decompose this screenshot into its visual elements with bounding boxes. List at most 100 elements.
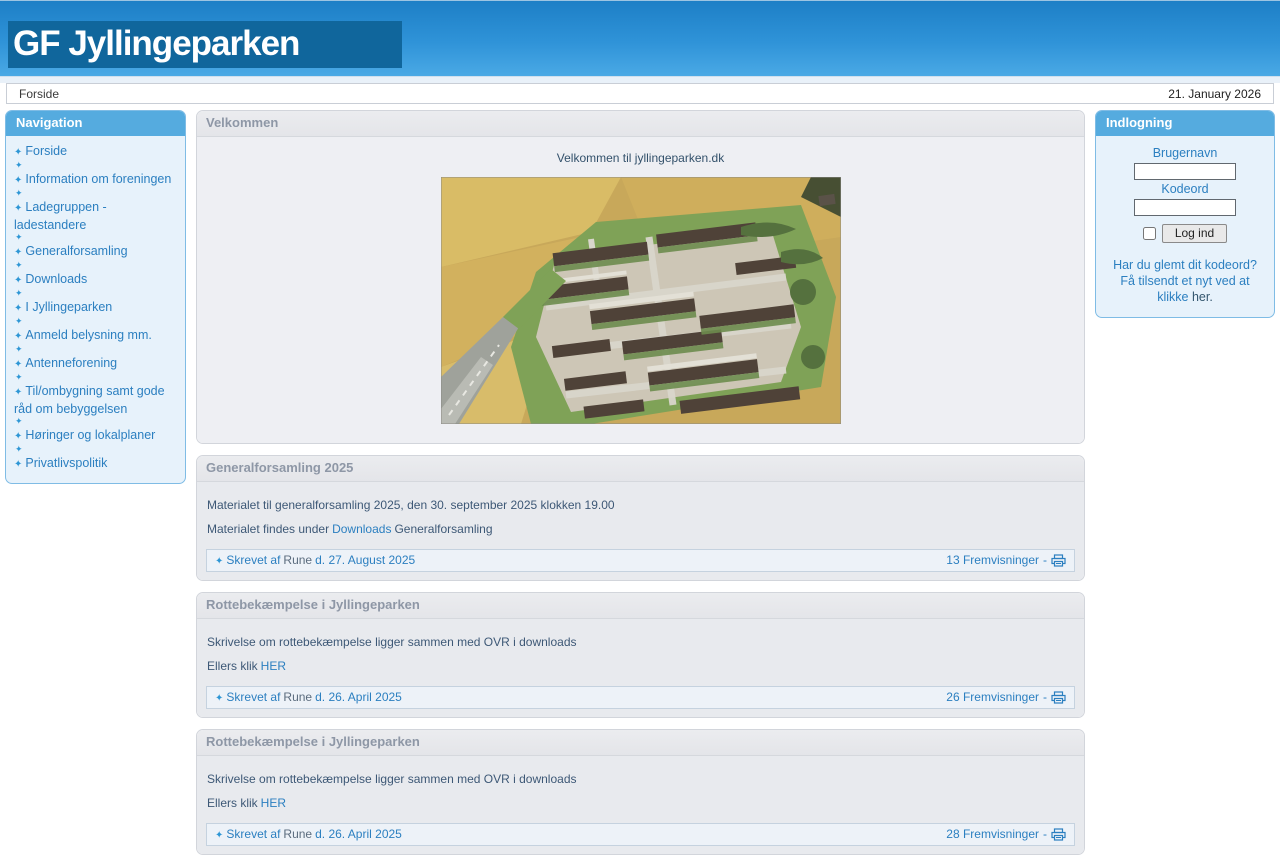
content-column: Velkommen Velkommen til jyllingeparken.d… [196, 110, 1085, 855]
header-strip [0, 76, 1280, 83]
news-text: Ellers klik HER [207, 796, 287, 810]
forgot-password-link[interactable]: Har du glemt dit kodeord? [1104, 257, 1266, 273]
sidebar-item-downloads[interactable]: ✦ Downloads [14, 271, 177, 289]
sidebar-item-i-jyllingeparken[interactable]: ✦ I Jyllingeparken [14, 299, 177, 317]
breadcrumb-bar: Forside 21. January 2026 [6, 83, 1274, 104]
diamond-bullet-icon: ✦ [15, 444, 23, 454]
login-button[interactable]: Log ind [1161, 224, 1228, 243]
post-date-link[interactable]: d. 26. April 2025 [315, 827, 402, 841]
author-link[interactable]: Rune [283, 827, 312, 841]
diamond-bullet-icon: ✦ [15, 316, 23, 326]
sidebar-item-antenneforening[interactable]: ✦ Antenneforening [14, 355, 177, 373]
diamond-bullet-icon: ✦ [14, 175, 23, 186]
aerial-photo [440, 176, 841, 425]
diamond-bullet-icon: ✦ [215, 830, 224, 841]
welcome-panel-body: Velkommen til jyllingeparken.dk [197, 137, 1084, 443]
printer-icon[interactable] [1051, 827, 1066, 841]
login-panel-title: Indlogning [1096, 111, 1274, 136]
username-input[interactable] [1134, 163, 1236, 180]
diamond-bullet-icon: ✦ [15, 260, 23, 270]
login-panel: Indlogning Brugernavn Kodeord Log ind Ha… [1095, 110, 1275, 318]
main-layout: Navigation ✦ Forside ✦ ✦ Information om fore… [0, 104, 1280, 855]
breadcrumb[interactable]: Forside [19, 87, 59, 101]
printer-icon[interactable] [1051, 690, 1066, 704]
welcome-panel-title: Velkommen [197, 111, 1084, 137]
news-panel-generalforsamling: Generalforsamling 2025 Materialet til ge… [196, 455, 1085, 581]
news-body: Skrivelse om rottebekæmpelse ligger samm… [197, 756, 1084, 854]
navigation-list: ✦ Forside ✦ ✦ Information om foreningen ✦ ✦ Lad… [6, 136, 185, 483]
her-link[interactable]: HER [261, 659, 286, 673]
diamond-bullet-icon: ✦ [15, 232, 23, 242]
site-header: GF Jyllingeparken [0, 0, 1280, 76]
diamond-bullet-icon: ✦ [14, 203, 23, 214]
news-title: Rottebekæmpelse i Jyllingeparken [197, 593, 1084, 619]
news-text: Skrivelse om rottebekæmpelse ligger samm… [207, 772, 577, 786]
views-area: 26 Fremvisninger - [946, 690, 1066, 704]
diamond-bullet-icon: ✦ [14, 247, 23, 258]
views-count: 26 Fremvisninger [946, 690, 1039, 704]
username-label: Brugernavn [1152, 146, 1218, 160]
navigation-panel-title: Navigation [6, 111, 185, 136]
diamond-bullet-icon: ✦ [15, 416, 23, 426]
diamond-bullet-icon: ✦ [15, 288, 23, 298]
news-title: Generalforsamling 2025 [197, 456, 1084, 482]
diamond-bullet-icon: ✦ [15, 344, 23, 354]
welcome-panel: Velkommen Velkommen til jyllingeparken.d… [196, 110, 1085, 444]
sidebar-item-generalforsamling[interactable]: ✦ Generalforsamling [14, 243, 177, 261]
news-body: Materialet til generalforsamling 2025, d… [197, 482, 1084, 580]
news-panel-rotte-2: Rottebekæmpelse i Jyllingeparken Skrivel… [196, 729, 1085, 855]
welcome-text: Velkommen til jyllingeparken.dk [556, 151, 725, 165]
navigation-panel: Navigation ✦ Forside ✦ ✦ Information om fore… [5, 110, 186, 484]
remember-me-checkbox[interactable] [1142, 227, 1156, 240]
sidebar-item-ladegruppen-ladestandere[interactable]: ✦ Ladegruppen - ladestandere [14, 199, 177, 233]
sidebar-item-til-ombygning-samt-gode-r-d-om-bebyggelsen[interactable]: ✦ Til/ombygning samt gode råd om bebyggel… [14, 383, 177, 417]
login-panel-body: Brugernavn Kodeord Log ind Har du glemt … [1096, 136, 1274, 317]
byline: ✦ Skrevet af Rune d. 26. April 2025 [215, 690, 402, 704]
news-meta-bar: ✦ Skrevet af Rune d. 27. August 2025 13 Fre… [206, 549, 1075, 572]
diamond-bullet-icon: ✦ [14, 147, 23, 158]
forgot-password-line2: Få tilsendt et nyt ved at klikke her. [1120, 274, 1250, 304]
news-meta-bar: ✦ Skrevet af Rune d. 26. April 2025 28 Frem… [206, 823, 1075, 846]
news-text: Skrivelse om rottebekæmpelse ligger samm… [207, 635, 577, 649]
news-body: Skrivelse om rottebekæmpelse ligger samm… [197, 619, 1084, 717]
right-sidebar: Indlogning Brugernavn Kodeord Log ind Ha… [1095, 110, 1275, 318]
left-sidebar: Navigation ✦ Forside ✦ ✦ Information om fore… [5, 110, 186, 484]
news-text: Materialet findes under Downloads Generalf… [207, 522, 493, 536]
views-area: 13 Fremvisninger - [946, 553, 1066, 567]
diamond-bullet-icon: ✦ [14, 459, 23, 470]
printer-icon[interactable] [1051, 553, 1066, 567]
news-title: Rottebekæmpelse i Jyllingeparken [197, 730, 1084, 756]
sidebar-item-information-om-foreningen[interactable]: ✦ Information om foreningen [14, 171, 177, 189]
her-link[interactable]: her. [1192, 290, 1213, 304]
diamond-bullet-icon: ✦ [215, 693, 224, 704]
sidebar-item-forside[interactable]: ✦ Forside [14, 143, 177, 161]
post-date-link[interactable]: d. 27. August 2025 [315, 553, 415, 567]
byline: ✦ Skrevet af Rune d. 27. August 2025 [215, 553, 416, 567]
news-text: Ellers klik HER [207, 659, 287, 673]
news-text: Materialet til generalforsamling 2025, d… [207, 498, 615, 512]
sidebar-item-anmeld-belysning-mm[interactable]: ✦ Anmeld belysning mm. [14, 327, 177, 345]
diamond-bullet-icon: ✦ [14, 275, 23, 286]
author-link[interactable]: Rune [283, 690, 312, 704]
views-count: 28 Fremvisninger [946, 827, 1039, 841]
downloads-link[interactable]: Downloads [332, 522, 391, 536]
diamond-bullet-icon: ✦ [14, 387, 23, 398]
byline: ✦ Skrevet af Rune d. 26. April 2025 [215, 827, 402, 841]
password-input[interactable] [1134, 199, 1236, 216]
views-area: 28 Fremvisninger - [946, 827, 1066, 841]
diamond-bullet-icon: ✦ [14, 359, 23, 370]
diamond-bullet-icon: ✦ [14, 331, 23, 342]
views-count: 13 Fremvisninger [946, 553, 1039, 567]
diamond-bullet-icon: ✦ [15, 160, 23, 170]
diamond-bullet-icon: ✦ [15, 372, 23, 382]
her-link[interactable]: HER [261, 796, 286, 810]
sidebar-item-privatlivspolitik[interactable]: ✦ Privatlivspolitik [14, 455, 177, 473]
sidebar-item-h-ringer-og-lokalplaner[interactable]: ✦ Høringer og lokalplaner [14, 427, 177, 445]
current-date: 21. January 2026 [1168, 86, 1261, 101]
diamond-bullet-icon: ✦ [215, 556, 224, 567]
author-link[interactable]: Rune [283, 553, 312, 567]
password-label: Kodeord [1161, 182, 1209, 196]
diamond-bullet-icon: ✦ [14, 303, 23, 314]
site-logo[interactable]: GF Jyllingeparken [8, 21, 402, 68]
post-date-link[interactable]: d. 26. April 2025 [315, 690, 402, 704]
